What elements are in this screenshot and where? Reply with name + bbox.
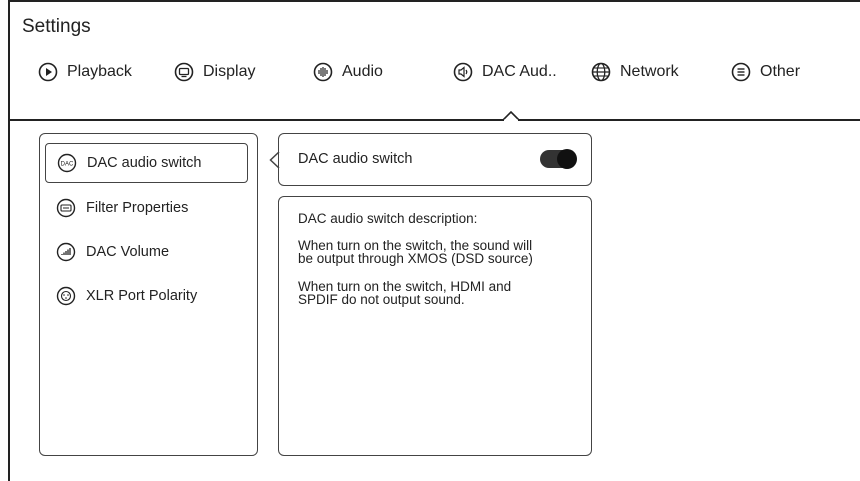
sidebar-item-label: DAC audio switch (87, 155, 202, 171)
sidebar-item-label: Filter Properties (86, 200, 189, 216)
speaker-icon (453, 62, 473, 82)
globe-icon (591, 62, 611, 82)
tab-playback[interactable]: Playback (38, 62, 132, 82)
filter-icon (56, 198, 76, 218)
tab-audio[interactable]: Audio (313, 62, 383, 82)
xlr-port-icon (56, 286, 76, 306)
play-circle-icon (38, 62, 58, 82)
tab-network[interactable]: Network (591, 62, 679, 82)
sidebar-item-label: DAC Volume (86, 244, 170, 260)
sidebar: DAC DAC audio switch Filter Properties D… (39, 133, 258, 456)
sidebar-item-label: XLR Port Polarity (86, 288, 198, 304)
tab-label: Network (620, 63, 679, 80)
tab-display[interactable]: Display (174, 62, 255, 82)
tab-label: Display (203, 63, 256, 80)
page-title: Settings (22, 16, 91, 37)
tab-dac-audio[interactable]: DAC Aud.. (453, 62, 557, 82)
dac-audio-switch-setting: DAC audio switch (278, 133, 592, 186)
menu-circle-icon (731, 62, 751, 82)
description-panel: DAC audio switch description: When turn … (278, 196, 592, 456)
tab-label: Playback (67, 63, 132, 80)
dac-icon-text: DAC (61, 162, 74, 168)
sidebar-item-filter-properties[interactable]: Filter Properties (45, 188, 248, 228)
dac-audio-switch-toggle[interactable] (540, 149, 577, 169)
sidebar-item-dac-audio-switch[interactable]: DAC DAC audio switch (45, 143, 248, 183)
tab-other[interactable]: Other (731, 62, 800, 82)
description-line: SPDIF do not output sound. (298, 292, 465, 307)
dac-icon: DAC (57, 153, 77, 173)
tab-label: Other (760, 63, 801, 80)
description-line: be output through XMOS (DSD source) (298, 251, 533, 266)
setting-label: DAC audio switch (298, 151, 413, 167)
display-icon (174, 62, 194, 82)
active-tab-indicator-icon (503, 111, 519, 121)
sidebar-item-xlr-port-polarity[interactable]: XLR Port Polarity (45, 276, 248, 316)
tab-divider (9, 119, 860, 121)
tab-label: DAC Aud.. (482, 63, 557, 80)
sidebar-item-dac-volume[interactable]: DAC Volume (45, 232, 248, 272)
volume-icon (56, 242, 76, 262)
description-title: DAC audio switch description: (298, 211, 478, 226)
tab-label: Audio (342, 63, 383, 80)
audio-wave-icon (313, 62, 333, 82)
toggle-knob (557, 149, 577, 169)
